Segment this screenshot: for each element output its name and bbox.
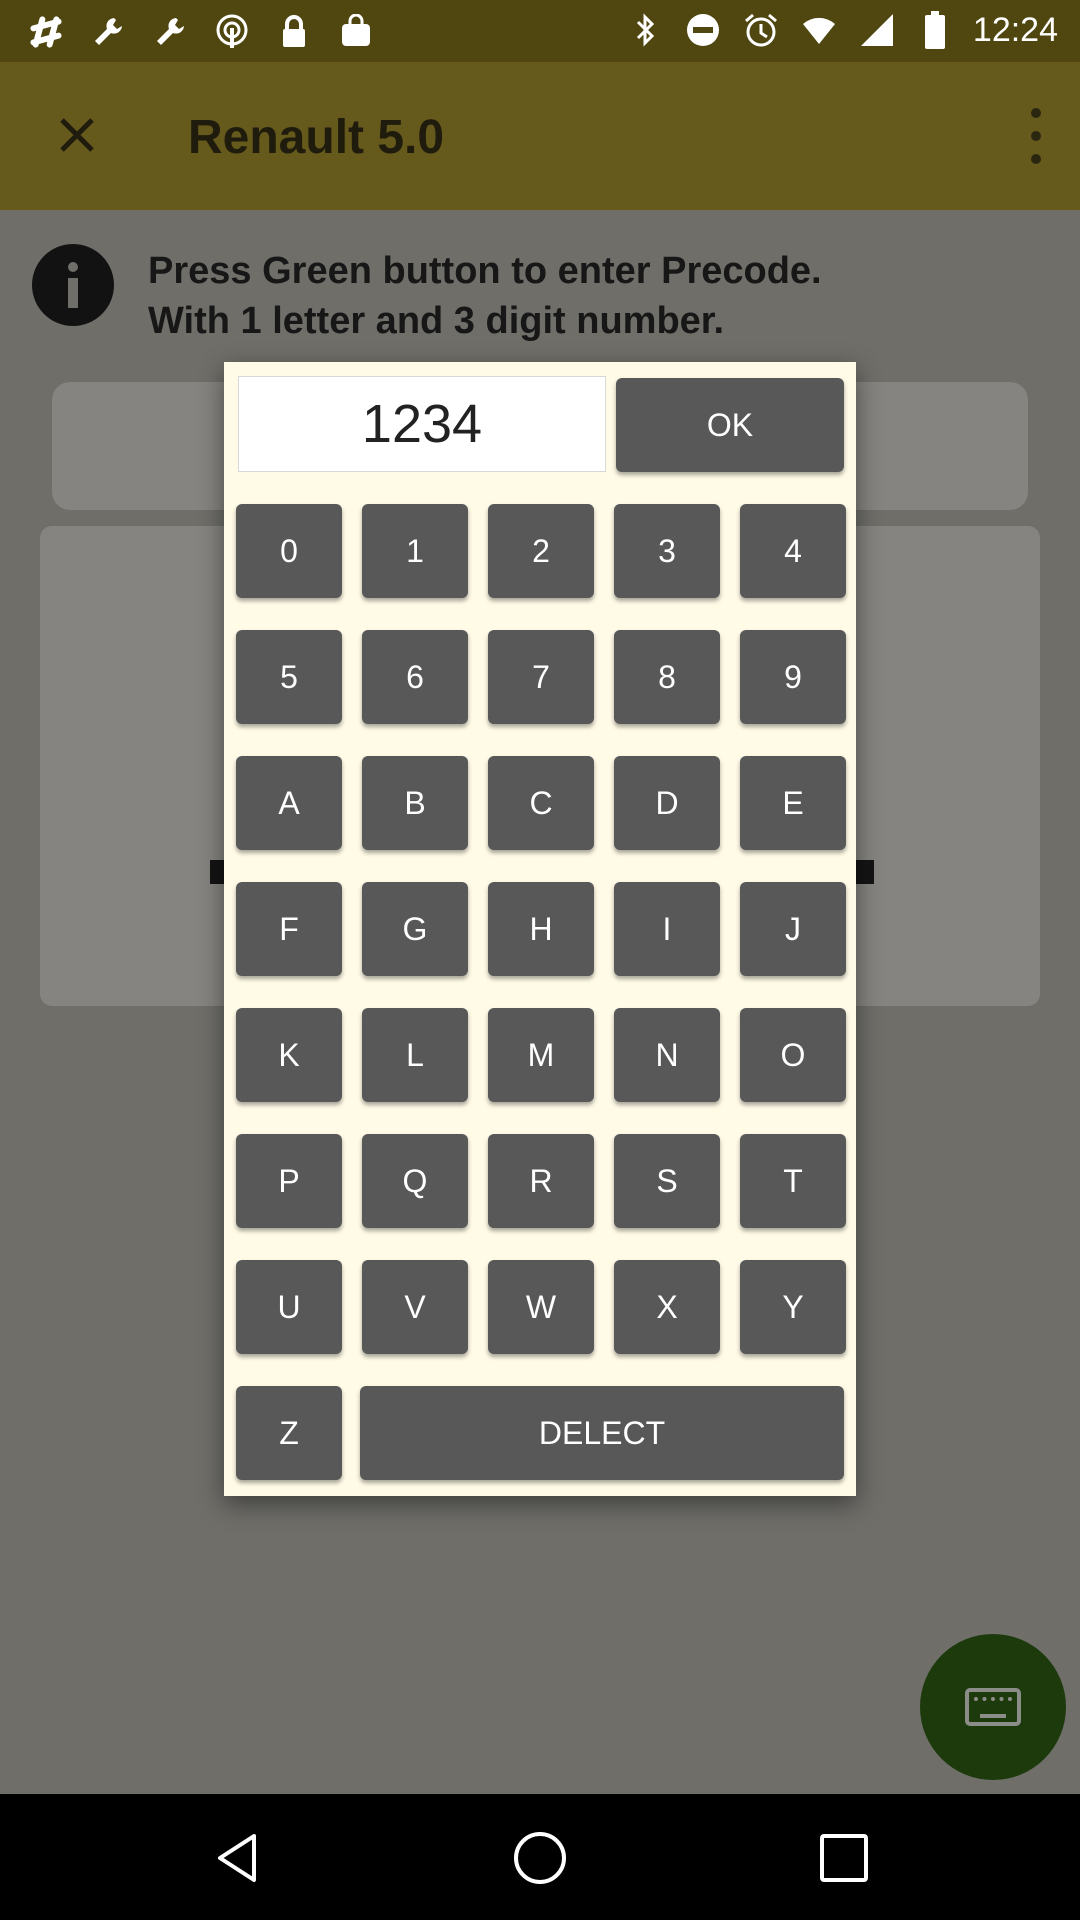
wrench-icon xyxy=(150,12,190,52)
key-3[interactable]: 3 xyxy=(614,504,720,598)
key-y[interactable]: Y xyxy=(740,1260,846,1354)
key-c[interactable]: C xyxy=(488,756,594,850)
key-b[interactable]: B xyxy=(362,756,468,850)
wifi-icon xyxy=(799,10,839,50)
key-q[interactable]: Q xyxy=(362,1134,468,1228)
navigation-bar xyxy=(0,1794,1080,1920)
key-1[interactable]: 1 xyxy=(362,504,468,598)
key-w[interactable]: W xyxy=(488,1260,594,1354)
key-m[interactable]: M xyxy=(488,1008,594,1102)
bluetooth-icon xyxy=(625,10,665,50)
app-bar: Renault 5.0 xyxy=(0,62,1080,210)
key-8[interactable]: 8 xyxy=(614,630,720,724)
key-r[interactable]: R xyxy=(488,1134,594,1228)
lock-icon xyxy=(274,12,314,52)
key-2[interactable]: 2 xyxy=(488,504,594,598)
wrench-icon xyxy=(88,12,128,52)
do-not-disturb-icon xyxy=(683,10,723,50)
key-i[interactable]: I xyxy=(614,882,720,976)
signal-icon xyxy=(857,10,897,50)
key-z[interactable]: Z xyxy=(236,1386,342,1480)
home-icon[interactable] xyxy=(512,1830,568,1886)
back-icon[interactable] xyxy=(210,1830,266,1886)
status-time: 12:24 xyxy=(972,10,1058,49)
podcast-icon xyxy=(212,12,252,52)
alarm-icon xyxy=(741,10,781,50)
key-0[interactable]: 0 xyxy=(236,504,342,598)
key-o[interactable]: O xyxy=(740,1008,846,1102)
slack-icon xyxy=(26,12,66,52)
app-title: Renault 5.0 xyxy=(188,111,445,164)
key-k[interactable]: K xyxy=(236,1008,342,1102)
key-x[interactable]: X xyxy=(614,1260,720,1354)
key-h[interactable]: H xyxy=(488,882,594,976)
key-l[interactable]: L xyxy=(362,1008,468,1102)
key-6[interactable]: 6 xyxy=(362,630,468,724)
key-v[interactable]: V xyxy=(362,1260,468,1354)
info-icon xyxy=(32,244,114,326)
key-7[interactable]: 7 xyxy=(488,630,594,724)
key-d[interactable]: D xyxy=(614,756,720,850)
key-4[interactable]: 4 xyxy=(740,504,846,598)
more-vert-icon[interactable] xyxy=(1016,102,1056,170)
battery-icon xyxy=(915,10,955,50)
key-n[interactable]: N xyxy=(614,1008,720,1102)
key-9[interactable]: 9 xyxy=(740,630,846,724)
key-u[interactable]: U xyxy=(236,1260,342,1354)
key-j[interactable]: J xyxy=(740,882,846,976)
code-display: 1234 xyxy=(238,376,606,472)
key-e[interactable]: E xyxy=(740,756,846,850)
delect-button[interactable]: DELECT xyxy=(360,1386,844,1480)
key-t[interactable]: T xyxy=(740,1134,846,1228)
bag-icon xyxy=(336,12,376,52)
keyboard-icon xyxy=(965,1688,1021,1726)
key-a[interactable]: A xyxy=(236,756,342,850)
close-icon[interactable] xyxy=(48,106,106,164)
key-p[interactable]: P xyxy=(236,1134,342,1228)
precode-dialog: 1234 OK 0123456789ABCDEFGHIJKLMNOPQRSTUV… xyxy=(224,362,856,1496)
key-s[interactable]: S xyxy=(614,1134,720,1228)
key-g[interactable]: G xyxy=(362,882,468,976)
instruction-text: Press Green button to enter Precode. Wit… xyxy=(148,250,822,342)
ok-button[interactable]: OK xyxy=(616,378,844,472)
status-bar: 12:24 xyxy=(0,0,1080,62)
key-5[interactable]: 5 xyxy=(236,630,342,724)
recent-apps-icon[interactable] xyxy=(816,1830,872,1886)
keyboard-fab-button[interactable] xyxy=(920,1634,1066,1780)
key-f[interactable]: F xyxy=(236,882,342,976)
